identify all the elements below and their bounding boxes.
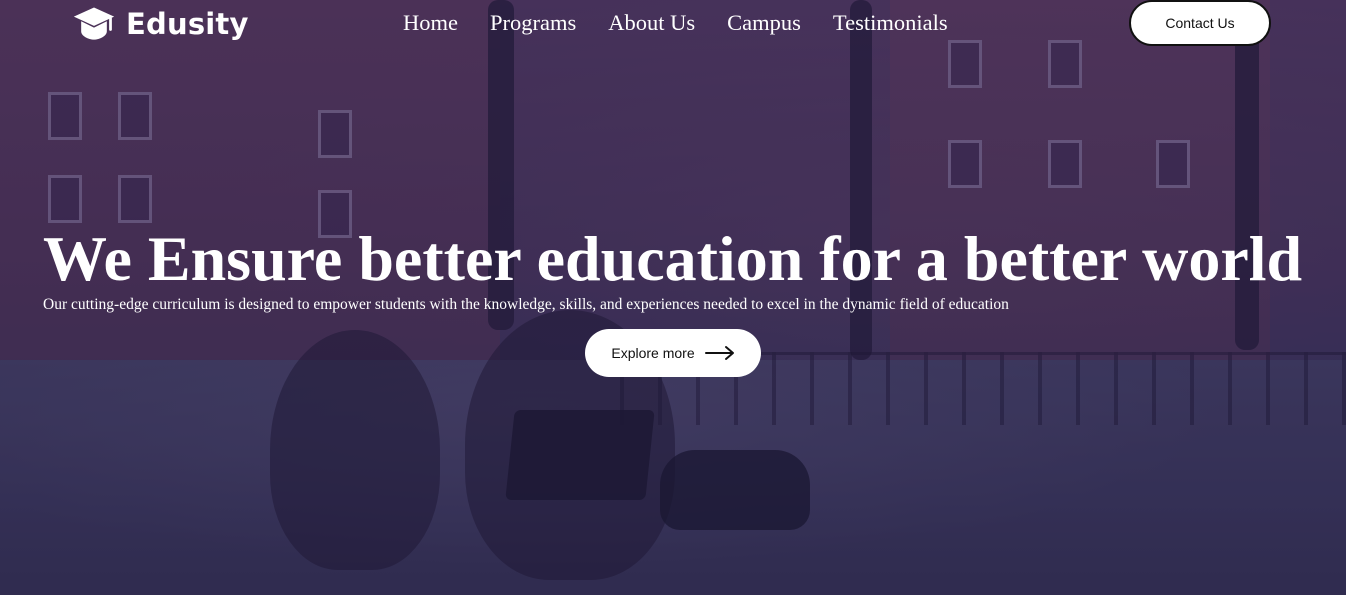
nav-programs[interactable]: Programs (490, 0, 576, 46)
explore-more-button[interactable]: Explore more (585, 329, 761, 377)
contact-us-button[interactable]: Contact Us (1129, 0, 1271, 46)
arrow-right-icon (704, 346, 734, 360)
explore-more-label: Explore more (611, 345, 695, 361)
nav-home[interactable]: Home (403, 0, 458, 46)
hero-content: We Ensure better education for a better … (43, 222, 1333, 314)
hero-section: Edusity Home Programs About Us Campus Te… (0, 0, 1346, 595)
main-menu: Home Programs About Us Campus Testimonia… (403, 0, 948, 46)
graduation-cap-icon (73, 7, 115, 40)
hero-title: We Ensure better education for a better … (43, 223, 1303, 294)
brand-logo[interactable]: Edusity (72, 2, 249, 46)
nav-campus[interactable]: Campus (727, 0, 801, 46)
top-navigation: Edusity Home Programs About Us Campus Te… (0, 0, 1346, 50)
nav-testimonials[interactable]: Testimonials (833, 0, 948, 46)
nav-about-us[interactable]: About Us (608, 0, 695, 46)
brand-name: Edusity (126, 7, 249, 41)
hero-subtitle: Our cutting-edge curriculum is designed … (43, 296, 1009, 313)
